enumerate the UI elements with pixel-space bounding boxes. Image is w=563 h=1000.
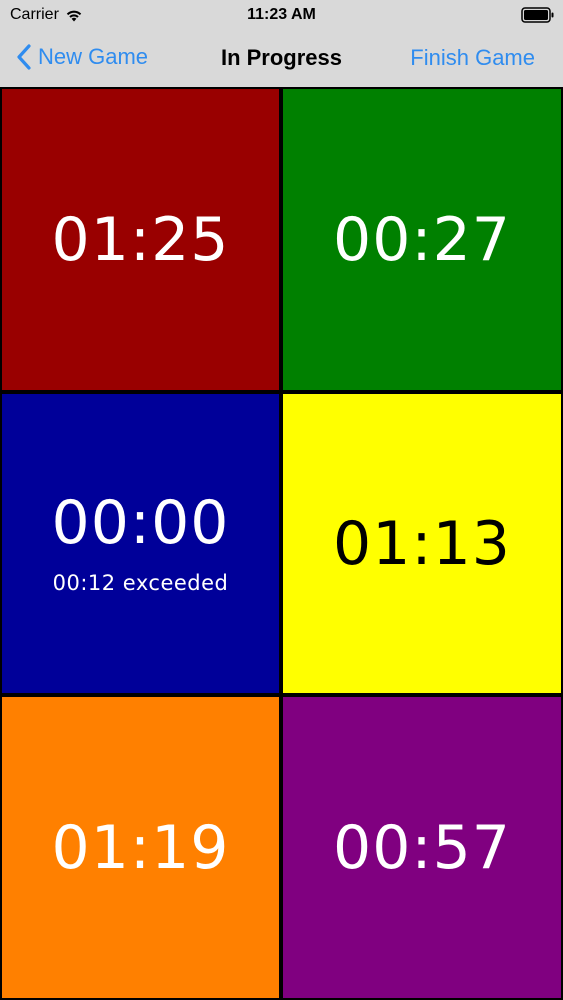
timer-tile-purple[interactable]: 00:57 [281,695,563,1000]
new-game-button[interactable]: New Game [16,43,148,71]
timer-value: 00:27 [333,204,511,275]
battery-icon [521,7,554,23]
navigation-bar: New Game In Progress Finish Game [0,30,563,87]
timer-value: 00:00 [51,487,230,558]
status-bar: Carrier 11:23 AM [0,0,563,30]
timer-tile-red[interactable]: 01:25 [0,87,281,392]
timer-tile-green[interactable]: 00:27 [281,87,563,392]
status-time: 11:23 AM [247,6,316,23]
exceeded-note: 00:12 exceeded [52,570,229,595]
timer-tile-orange[interactable]: 01:19 [0,695,281,1000]
timer-value: 01:19 [51,812,230,883]
chevron-left-icon [17,44,31,70]
finish-game-button[interactable]: Finish Game [410,45,535,71]
timer-tile-yellow[interactable]: 01:13 [281,392,563,695]
timer-grid: 01:25 00:27 00:00 00:12 exceeded 01:13 0… [0,87,563,1000]
timer-tile-blue[interactable]: 00:00 00:12 exceeded [0,392,281,695]
new-game-label: New Game [38,44,149,69]
timer-value: 01:13 [333,508,511,579]
timer-value: 01:25 [51,204,230,275]
timer-value: 00:57 [333,812,511,883]
